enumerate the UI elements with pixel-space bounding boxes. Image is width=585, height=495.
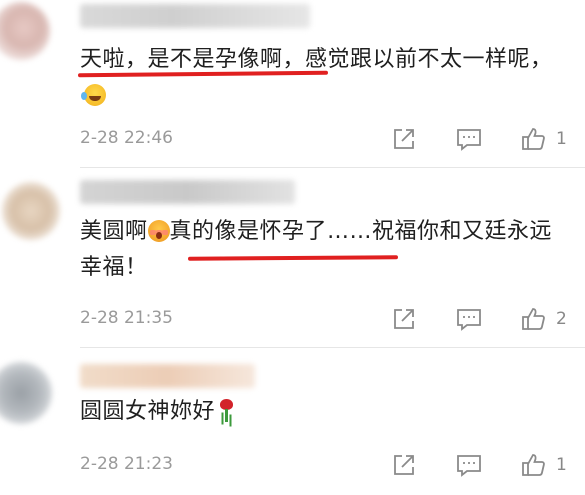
comment-text: 美圆啊 真的像是怀孕了……祝福你和又廷永远幸福！	[80, 214, 567, 286]
avatar[interactable]	[2, 182, 60, 240]
comment-text-content: 天啦，是不是孕像啊，感觉跟以前不太一样呢，	[80, 47, 553, 72]
like-count: 1	[556, 455, 567, 475]
comment-icon	[457, 309, 481, 331]
like-button[interactable]: 2	[520, 304, 580, 334]
username-blurred[interactable]	[80, 4, 310, 28]
comment-meta: 2-28 21:35 2	[80, 304, 585, 334]
flushed-face-emoji-icon	[147, 220, 170, 242]
comment-timestamp: 2-28 21:35	[80, 308, 173, 328]
share-button[interactable]	[392, 124, 418, 154]
comment-icon	[457, 129, 481, 151]
comment-icon	[457, 455, 481, 477]
thumbs-up-icon	[522, 454, 545, 476]
share-button[interactable]	[392, 450, 418, 480]
avatar[interactable]	[0, 362, 52, 424]
comment-item-1: 天啦，是不是孕像啊，感觉跟以前不太一样呢， 2-28 22:46 1	[0, 0, 585, 168]
comment-text-content: 圆圆女神妳好	[80, 399, 216, 424]
share-icon	[394, 455, 414, 475]
comment-item-3: 圆圆女神妳好 2-28 21:23 1	[0, 348, 585, 495]
thumbs-up-icon	[522, 128, 545, 150]
comment-text-part1: 美圆啊	[80, 219, 148, 244]
comment-meta: 2-28 21:23 1	[80, 450, 585, 480]
share-icon	[394, 129, 414, 149]
laughing-tears-emoji-icon	[81, 84, 106, 106]
comment-item-2: 美圆啊 真的像是怀孕了……祝福你和又廷永远幸福！ 2-28 21:35 2	[0, 168, 585, 348]
like-button[interactable]: 1	[520, 450, 580, 480]
comment-button[interactable]	[456, 450, 484, 480]
avatar[interactable]	[0, 2, 50, 60]
like-count: 2	[556, 309, 567, 329]
comment-button[interactable]	[456, 304, 484, 334]
rose-emoji-icon	[217, 399, 235, 423]
share-icon	[394, 309, 414, 329]
thumbs-up-icon	[522, 308, 545, 330]
like-count: 1	[556, 129, 567, 149]
share-button[interactable]	[392, 304, 418, 334]
comment-timestamp: 2-28 22:46	[80, 128, 173, 148]
like-button[interactable]: 1	[520, 124, 580, 154]
username-blurred[interactable]	[80, 180, 295, 204]
username-blurred[interactable]	[80, 364, 255, 388]
comment-meta: 2-28 22:46 1	[80, 124, 585, 154]
comment-timestamp: 2-28 21:23	[80, 454, 173, 474]
comment-text: 天啦，是不是孕像啊，感觉跟以前不太一样呢，	[80, 42, 567, 114]
comment-text: 圆圆女神妳好	[80, 394, 567, 430]
comment-button[interactable]	[456, 124, 484, 154]
